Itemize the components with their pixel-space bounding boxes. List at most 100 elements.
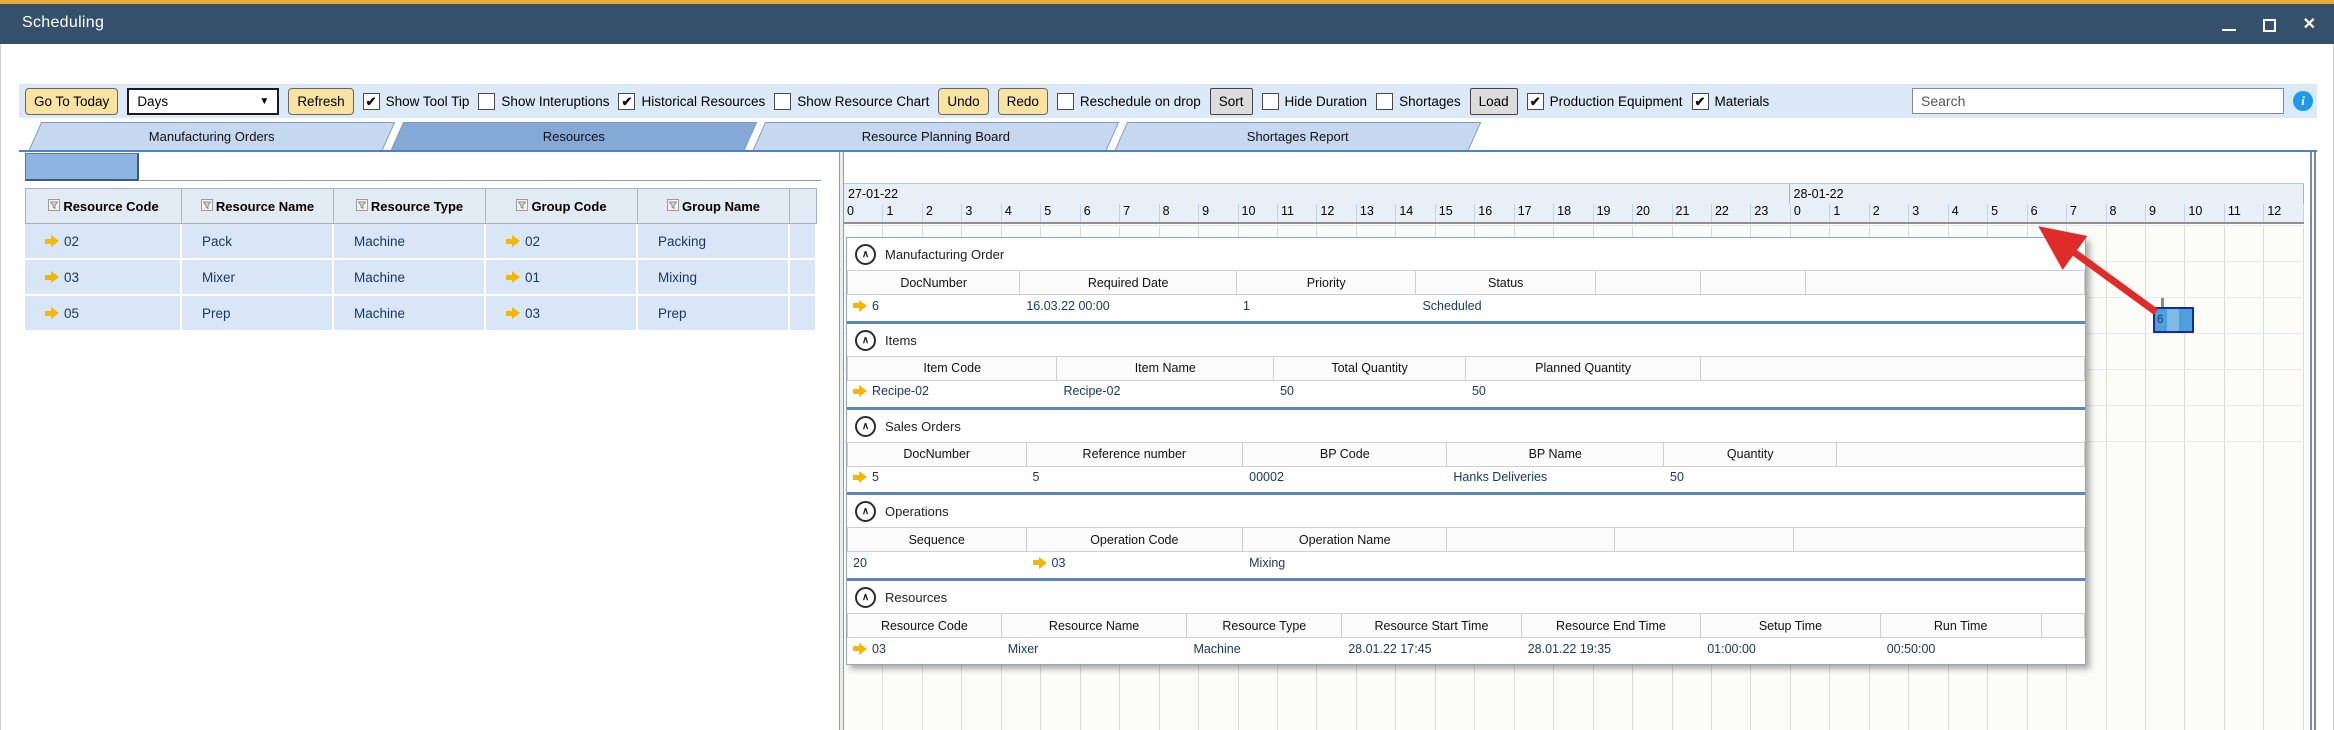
data-cell: Scheduled: [1416, 299, 1596, 313]
link-arrow-icon[interactable]: [1032, 556, 1047, 569]
link-arrow-icon[interactable]: [45, 271, 59, 283]
table-cell: [790, 260, 817, 296]
collapse-section-button[interactable]: ∧: [855, 501, 876, 523]
filter-icon[interactable]: [200, 198, 213, 214]
table-row[interactable]: 02 Pack Machine 02 Packing: [25, 224, 817, 260]
filter-icon[interactable]: [516, 198, 529, 214]
cell-value: Pack: [202, 233, 233, 249]
load-button[interactable]: Load: [1469, 87, 1518, 115]
show-tool-tip-checkbox[interactable]: ✔ Show Tool Tip: [362, 92, 470, 110]
panel-right-border: [2310, 152, 2316, 730]
section-data-row[interactable]: Recipe-02 Recipe-02 50 50: [847, 381, 2085, 402]
section-data-row[interactable]: 6 16.03.22 00:00 1 Scheduled: [847, 295, 2085, 316]
gantt-hour-label: 7: [2067, 204, 2107, 222]
shortages-checkbox[interactable]: Shortages: [1376, 92, 1461, 110]
show-tool-tip-checkbox-label: Show Tool Tip: [385, 93, 470, 109]
filter-icon[interactable]: [355, 198, 368, 214]
reschedule-on-drop-checkbox[interactable]: Reschedule on drop: [1056, 92, 1201, 110]
checkbox-box: [1376, 92, 1394, 110]
cell-value: Prep: [202, 305, 231, 321]
link-arrow-icon[interactable]: [45, 307, 59, 319]
redo-button[interactable]: Redo: [997, 87, 1048, 115]
table-cell: [790, 296, 817, 332]
table-row[interactable]: 05 Prep Machine 03 Prep: [25, 296, 817, 332]
gantt-hour-label: 3: [1909, 204, 1949, 222]
collapse-section-button[interactable]: ∧: [855, 244, 876, 265]
materials-checkbox-label: Materials: [1714, 93, 1770, 109]
hide-duration-checkbox[interactable]: Hide Duration: [1261, 92, 1367, 110]
table-row[interactable]: 03 Mixer Machine 01 Mixing: [25, 260, 817, 296]
gantt-hour-label: 22: [1712, 204, 1752, 222]
show-resource-chart-checkbox[interactable]: Show Resource Chart: [774, 92, 929, 110]
section-data-row[interactable]: 03 Mixer Machine 28.01.22 17:45 28.01.22 19:…: [847, 638, 2085, 659]
cell-value: 6: [872, 298, 879, 313]
interval-select[interactable]: Days ▼: [127, 87, 280, 115]
gantt-hour-label: 18: [1554, 204, 1594, 222]
minimize-icon[interactable]: [2221, 29, 2236, 31]
link-arrow-head: [859, 642, 867, 655]
link-arrow-head: [1038, 556, 1047, 569]
column-header-item-name: Item Name: [1057, 355, 1275, 381]
data-cell: 28.01.22 17:45: [1342, 642, 1522, 656]
checkbox-box: [1261, 92, 1279, 110]
column-header-bp-code: BP Code: [1243, 441, 1448, 467]
link-arrow-icon[interactable]: [853, 299, 867, 312]
link-arrow-head: [512, 235, 520, 247]
toolbar: Go To Today Days ▼ Refresh ✔ Show Tool Tip Sho…: [19, 84, 2317, 118]
go-to-today-button[interactable]: Go To Today: [25, 87, 119, 115]
link-arrow-icon[interactable]: [853, 385, 867, 398]
gantt-hour-header: 0 1 2 3 4 5 6 7 8 9 10 11 12 13 14 15 16 17 18 19 20 21 22 23 0 1…: [844, 204, 2304, 224]
gantt-hour-label: 2: [1870, 204, 1910, 222]
link-arrow-icon[interactable]: [853, 471, 867, 484]
gantt-hour-label: 4: [1949, 204, 1989, 222]
column-header-priority: Priority: [1236, 270, 1417, 295]
materials-checkbox[interactable]: ✔ Materials: [1691, 92, 1770, 110]
table-cell: Prep: [182, 296, 334, 332]
link-arrow-head: [859, 299, 867, 312]
show-interuptions-checkbox[interactable]: Show Interuptions: [478, 92, 609, 110]
tab-resources[interactable]: Resources: [390, 122, 758, 150]
filter-icon[interactable]: [666, 198, 679, 214]
sort-button[interactable]: Sort: [1209, 87, 1253, 115]
column-header-docnumber: DocNumber: [847, 270, 1021, 295]
refresh-button[interactable]: Refresh: [288, 87, 354, 115]
info-icon[interactable]: i: [2293, 91, 2313, 111]
link-arrow-icon[interactable]: [45, 235, 59, 247]
production-equipment-checkbox[interactable]: ✔ Production Equipment: [1526, 92, 1683, 110]
section-data-row[interactable]: 20 03 Mixing: [847, 552, 2085, 573]
collapse-section-button[interactable]: ∧: [855, 587, 876, 609]
tab-manufacturing-orders[interactable]: Manufacturing Orders: [28, 122, 396, 150]
link-arrow-icon[interactable]: [506, 307, 520, 319]
close-icon[interactable]: ✕: [2303, 17, 2316, 33]
historical-resources-checkbox[interactable]: ✔ Historical Resources: [618, 92, 765, 110]
cell-value: 28.01.22 17:45: [1348, 641, 1432, 656]
gantt-hour-label: 15: [1436, 204, 1476, 222]
cell-value: Hanks Deliveries: [1453, 470, 1548, 485]
collapse-section-button[interactable]: ∧: [855, 329, 876, 351]
cell-value: 5: [872, 470, 879, 485]
filter-icon[interactable]: [48, 198, 61, 214]
collapse-section-button[interactable]: ∧: [855, 415, 876, 437]
link-arrow-icon[interactable]: [506, 235, 520, 247]
section-header: ∧ Sales Orders: [847, 410, 2085, 439]
search-input[interactable]: [1912, 88, 2284, 114]
link-arrow-icon[interactable]: [506, 271, 520, 283]
section-data-row[interactable]: 5 5 00002 Hanks Deliveries 50: [847, 467, 2085, 488]
section-title: Items: [885, 332, 917, 348]
gantt-task-block[interactable]: 6: [2153, 307, 2194, 333]
tab-shortages-report[interactable]: Shortages Report: [1114, 122, 1482, 150]
gantt-hour-label: 17: [1515, 204, 1555, 222]
undo-button[interactable]: Undo: [938, 87, 989, 115]
section-title: Manufacturing Order: [885, 247, 1005, 262]
cell-value: 1: [1242, 298, 1250, 313]
checkbox-box: [478, 92, 496, 110]
column-header-quantity: Quantity: [1664, 441, 1838, 467]
section-header: ∧ Resources: [847, 581, 2085, 610]
gantt-hour-label: 4: [1002, 204, 1042, 222]
section-title: Resources: [885, 590, 948, 606]
link-arrow-icon[interactable]: [853, 642, 867, 655]
cell-value: 03: [525, 305, 541, 321]
link-arrow-head: [512, 307, 520, 319]
maximize-icon[interactable]: [2262, 18, 2276, 32]
tab-resource-planning-board[interactable]: Resource Planning Board: [752, 122, 1120, 150]
